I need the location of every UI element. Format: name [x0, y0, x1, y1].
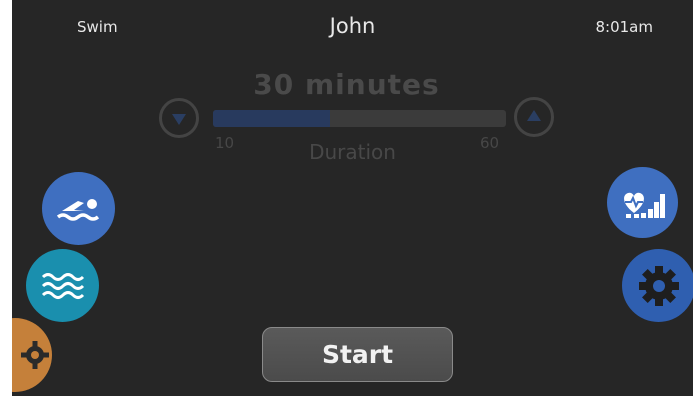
increase-arrow-icon	[527, 110, 541, 121]
settings-button[interactable]	[622, 249, 693, 322]
duration-slider-fill	[213, 110, 331, 127]
clock: 8:01am	[595, 18, 654, 36]
duration-value: 30 minutes	[253, 68, 440, 101]
settings-gear-icon	[21, 341, 49, 369]
user-name: John	[329, 14, 376, 38]
water-mode-button[interactable]	[26, 249, 99, 322]
water-waves-icon	[41, 272, 84, 299]
decrease-duration-button[interactable]	[159, 98, 199, 138]
duration-slider[interactable]	[213, 110, 506, 127]
swimmer-icon	[56, 198, 99, 221]
duration-label: Duration	[309, 140, 396, 164]
heart-rate-levels-icon	[623, 192, 665, 218]
settings-gear-icon	[638, 265, 679, 306]
start-button[interactable]: Start	[262, 327, 453, 382]
swim-mode-button[interactable]	[42, 172, 115, 245]
device-screen: Swim John 8:01am 30 minutes 10 60 Durati…	[12, 0, 693, 396]
heart-rate-button[interactable]	[607, 167, 678, 238]
increase-duration-button[interactable]	[514, 97, 554, 137]
decrease-arrow-icon	[172, 114, 186, 125]
orange-settings-button[interactable]	[12, 318, 52, 392]
